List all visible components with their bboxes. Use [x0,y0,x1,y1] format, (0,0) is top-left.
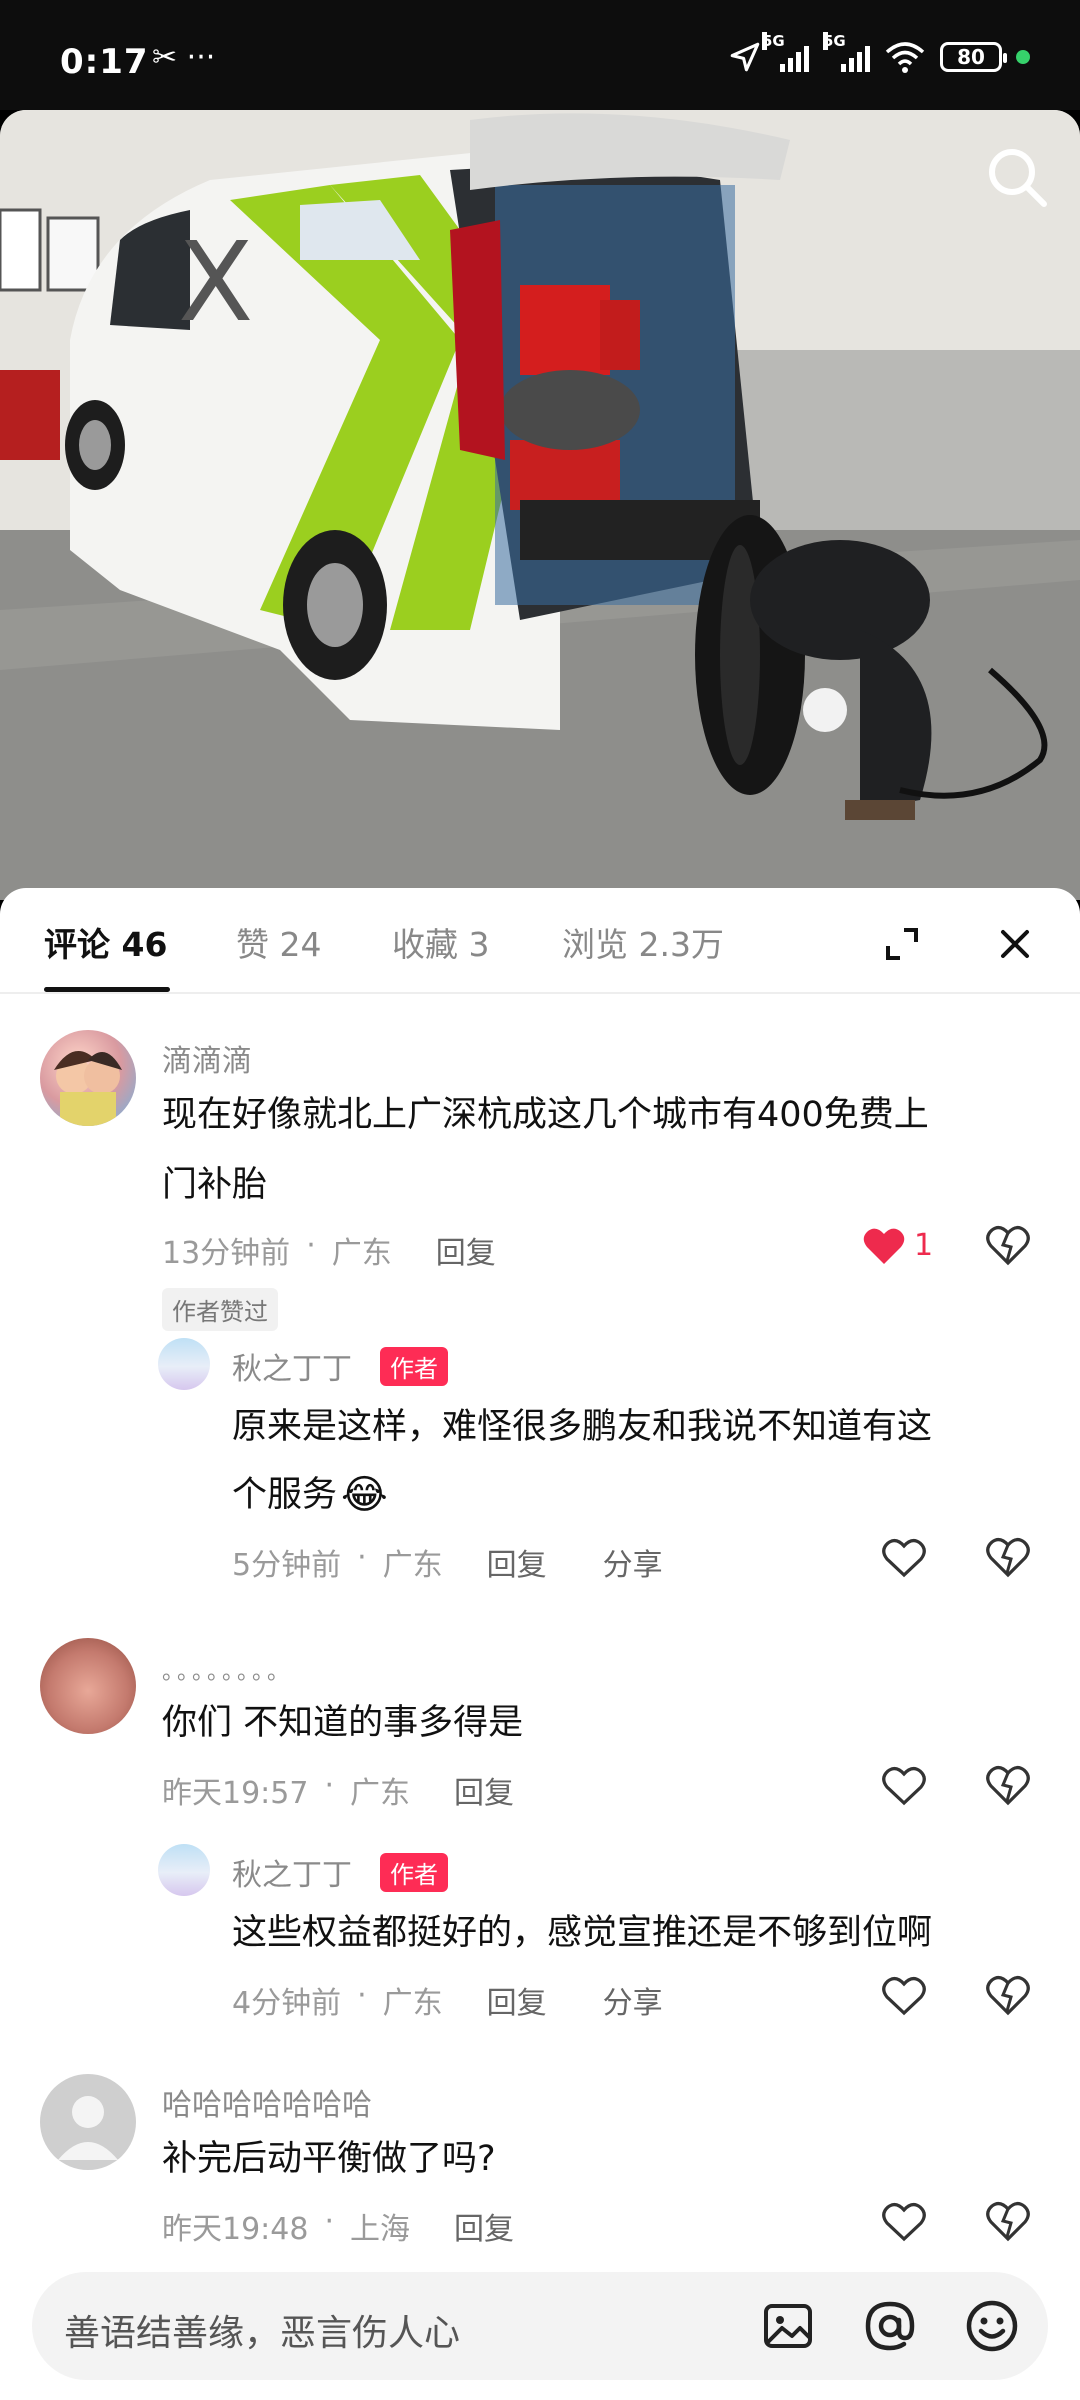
comment-author[interactable]: 哈哈哈哈哈哈哈 [162,2080,372,2124]
heart-filled-icon[interactable] [862,1226,906,1266]
reply-time: 4分钟前 [232,1986,342,2021]
heart-outline-icon[interactable] [882,1976,926,2016]
status-right-icons: 5G 5G 80 [728,32,1030,74]
image-icon[interactable] [760,2298,816,2354]
reply-text-line1: 原来是这样，难怪很多鹏友和我说不知道有这 [232,1407,933,1447]
comment-time: 昨天19:57 [162,1776,309,1811]
default-avatar-icon [58,2096,118,2160]
heart-outline-icon[interactable] [882,1538,926,1578]
author-badge: 作者 [380,1853,448,1892]
comment-text-line2: 门补胎 [162,1165,268,1205]
battery-icon: 80 [940,42,1007,72]
tab-views[interactable]: 浏览 2.3万 [562,918,724,966]
reply-text: 这些权益都挺好的，感觉宣推还是不够到位啊 [232,1913,933,1953]
dislike-heart-icon[interactable] [986,1225,1030,1267]
comment-author[interactable]: 滴滴滴 [162,1036,252,1080]
location-arrow-icon [730,42,760,72]
close-icon[interactable] [995,924,1035,964]
avatar-image [54,1051,122,1126]
meta-dot: · [306,1228,316,1263]
share-button[interactable]: 分享 [603,1978,663,2022]
signal-5g-icon: 5G [762,32,809,72]
dislike-heart-icon[interactable] [986,2201,1030,2243]
comment-text-line1: 现在好像就北上广深杭成这几个城市有400免费上 [162,1095,929,1135]
like-count: 1 [914,1228,934,1263]
tab-likes[interactable]: 赞 24 [236,918,321,966]
meta-dot: · [324,1768,335,1803]
author-badge: 作者 [380,1347,448,1386]
avatar[interactable] [40,2074,136,2170]
meta-dot: · [357,1540,367,1575]
reply-meta: 4分钟前 · 广东 回复 分享 [232,1978,663,2022]
reply-location: 广东 [382,1986,443,2021]
comment-time: 13分钟前 [162,1236,291,1271]
expand-icon[interactable] [882,924,922,964]
dislike-heart-icon[interactable] [986,1765,1030,1807]
reply-meta: 5分钟前 · 广东 回复 分享 [232,1540,663,1584]
comment-text: 你们 不知道的事多得是 [162,1703,524,1743]
share-button[interactable]: 分享 [603,1540,663,1584]
avatar[interactable] [40,1638,136,1734]
comment-author[interactable]: 。。。。。。。。 [162,1654,293,1686]
reply-button[interactable]: 回复 [436,1228,496,1272]
reply-avatar[interactable] [158,1844,210,1896]
comment-tabs: 评论 46 赞 24 收藏 3 浏览 2.3万 [0,888,1080,994]
comment-sheet: 评论 46 赞 24 收藏 3 浏览 2.3万 滴滴滴 现在好像就北上广深杭成这… [0,888,1080,2400]
heart-outline-icon[interactable] [882,2202,926,2242]
reply-time: 5分钟前 [232,1548,342,1583]
signal-5g-icon-2: 5G [823,32,870,72]
status-bar: 0:17 ✂ ··· 5G 5G 80 [0,0,1080,110]
dislike-heart-icon[interactable] [986,1975,1030,2017]
comment-meta: 昨天19:57 · 广东 回复 [162,1768,514,1812]
comment-meta: 昨天19:48 · 上海 回复 [162,2204,514,2248]
tab-comments[interactable]: 评论 46 [44,918,167,966]
tab-favorites[interactable]: 收藏 3 [392,918,490,966]
comment-location: 广东 [331,1236,392,1271]
comment-location: 上海 [350,2212,411,2247]
search-icon[interactable] [982,142,1052,212]
wifi-icon [885,42,925,73]
comment-input-bar[interactable]: 善语结善缘，恶言伤人心 [32,2272,1048,2380]
reply-button[interactable]: 回复 [454,1768,514,1812]
reply-button[interactable]: 回复 [487,1540,547,1584]
avatar[interactable] [40,1030,136,1126]
reply-text-line2: 个服务 [232,1475,338,1515]
comment-meta: 13分钟前 · 广东 回复 [162,1228,496,1272]
privacy-dot-icon [1016,50,1030,64]
meta-dot: · [324,2204,335,2239]
van-logo: X [178,218,253,346]
reply-author[interactable]: 秋之丁丁 [232,1850,352,1894]
reply-text-line2-wrap: 个服务 😂 [232,1460,388,1530]
reply-button[interactable]: 回复 [487,1978,547,2022]
emoji-icon[interactable] [964,2298,1020,2354]
meta-dot: · [357,1978,367,2013]
dislike-heart-icon[interactable] [986,1537,1030,1579]
reply-location: 广东 [382,1548,443,1583]
comment-location: 广东 [350,1776,411,1811]
status-notification-icons: ✂ ··· [152,40,216,75]
comment-text: 补完后动平衡做了吗? [162,2139,496,2179]
post-photo[interactable]: X [0,110,1080,900]
reply-author[interactable]: 秋之丁丁 [232,1344,352,1388]
mention-icon[interactable] [862,2298,918,2354]
comment-time: 昨天19:48 [162,2212,309,2247]
tab-active-indicator [44,987,170,992]
author-liked-badge: 作者赞过 [162,1288,278,1331]
status-time: 0:17 [60,42,149,82]
heart-outline-icon[interactable] [882,1766,926,1806]
reply-avatar[interactable] [158,1338,210,1390]
comment-input[interactable]: 善语结善缘，恶言伤人心 [64,2304,460,2356]
laughing-tears-emoji: 😂 [341,1472,388,1518]
reply-button[interactable]: 回复 [454,2204,514,2248]
van-illustration: X [0,110,1080,900]
